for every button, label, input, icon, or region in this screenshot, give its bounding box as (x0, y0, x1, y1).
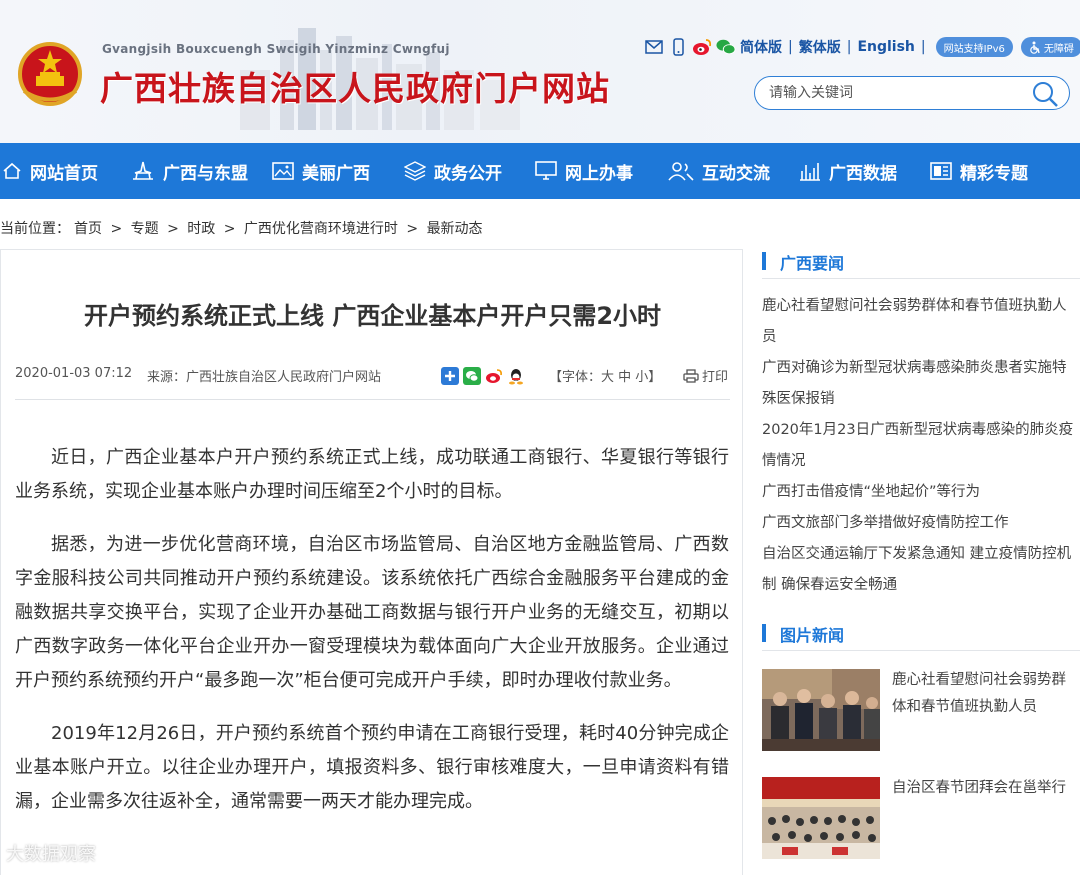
breadcrumb-separator: > (406, 221, 419, 237)
printer-icon (683, 368, 699, 383)
watermark-text: 大数据观察 (6, 840, 96, 866)
toolbar-separator: | (920, 39, 926, 55)
site-subtitle: Gvangjsih Bouxcuengh Swcigih Yinzminz Cw… (102, 42, 450, 56)
topic-icon (930, 162, 952, 180)
publish-date: 2020-01-03 07:12 (15, 366, 133, 381)
nav-label: 网站首页 (30, 163, 98, 184)
breadcrumb-link-home[interactable]: 首页 (74, 221, 102, 237)
monitor-icon (535, 161, 557, 180)
print-button[interactable]: 打印 (683, 366, 728, 385)
section-title[interactable]: 图片新闻 (780, 622, 844, 646)
section-marker (762, 252, 766, 270)
section-marker (762, 624, 766, 642)
article-panel: 开户预约系统正式上线 广西企业基本户开户只需2小时 2020-01-03 07:… (0, 249, 743, 875)
share-buttons (441, 367, 525, 385)
section-title[interactable]: 广西要闻 (780, 250, 844, 274)
news-item[interactable]: 2020年1月23日广西新型冠状病毒感染的肺炎疫情情况 (762, 415, 1074, 477)
meta-divider (15, 399, 730, 400)
nav-label: 政务公开 (434, 163, 502, 184)
photo-caption[interactable]: 自治区春节团拜会在邕举行 (892, 775, 1068, 802)
share-more-icon[interactable] (441, 367, 459, 385)
site-title[interactable]: 广西壮族自治区人民政府门户网站 (100, 62, 610, 110)
wechat-icon[interactable] (716, 37, 736, 57)
guangxi-news-header: 广西要闻 (762, 249, 1080, 279)
nav-label: 广西数据 (829, 163, 897, 184)
breadcrumb-separator: > (167, 221, 179, 237)
article-title: 开户预约系统正式上线 广西企业基本户开户只需2小时 (83, 302, 662, 330)
photo-thumbnail[interactable] (762, 777, 880, 859)
main-nav: 网站首页 广西与东盟 美丽广西 政务公开 网上办事 互动交流 广西数据 精彩专题 (0, 143, 1080, 199)
breadcrumb: 当前位置： 首页 > 专题 > 时政 > 广西优化营商环境进行时 > 最新动态 (0, 218, 487, 238)
nav-label: 广西与东盟 (163, 163, 248, 184)
search-input[interactable] (769, 85, 1019, 101)
bar-chart-icon (800, 163, 820, 181)
photo-caption[interactable]: 鹿心社看望慰问社会弱势群体和春节值班执勤人员 (892, 667, 1068, 721)
article-paragraph: 近日，广西企业基本户开户预约系统正式上线，成功联通工商银行、华夏银行等银行业务系… (15, 447, 729, 502)
top-toolbar: 简体版 | 繁体版 | English | 网站支持IPv6 无障碍 (644, 36, 1080, 58)
nav-label: 美丽广西 (302, 163, 370, 184)
search-icon[interactable] (1031, 80, 1059, 108)
home-icon (3, 162, 21, 179)
article-paragraph: 据悉，为进一步优化营商环境，自治区市场监管局、自治区地方金融监管局、广西数字金服… (15, 534, 729, 691)
print-label: 打印 (702, 370, 729, 385)
breadcrumb-link-politics[interactable]: 时政 (187, 221, 215, 237)
nav-item-special-topics[interactable]: 精彩专题 (930, 143, 1060, 199)
national-emblem-icon (18, 42, 82, 106)
news-item[interactable]: 广西打击借疫情“坐地起价”等行为 (762, 477, 1074, 508)
nav-label: 精彩专题 (960, 163, 1028, 184)
photo-news-item[interactable]: 鹿心社看望慰问社会弱势群体和春节值班执勤人员 (762, 669, 1080, 777)
news-item[interactable]: 鹿心社看望慰问社会弱势群体和春节值班执勤人员 (762, 291, 1074, 353)
ipv6-badge[interactable]: 网站支持IPv6 (935, 37, 1013, 57)
article-paragraph: 2019年12月26日，开户预约系统首个预约申请在工商银行受理，耗时40分钟完成… (15, 723, 729, 812)
simplified-chinese-link[interactable]: 简体版 (740, 37, 782, 57)
nav-item-government-affairs[interactable]: 政务公开 (404, 143, 535, 199)
photo-news-header: 图片新闻 (762, 621, 1080, 651)
breadcrumb-link-latest[interactable]: 最新动态 (427, 221, 483, 237)
nav-item-interaction[interactable]: 互动交流 (668, 143, 799, 199)
share-wechat-icon[interactable] (463, 367, 481, 385)
breadcrumb-link-business-env[interactable]: 广西优化营商环境进行时 (244, 221, 398, 237)
nav-label: 网上办事 (565, 163, 633, 184)
nav-item-guangxi-asean[interactable]: 广西与东盟 (131, 143, 272, 199)
accessibility-label: 无障碍 (1043, 43, 1074, 55)
news-item[interactable]: 自治区交通运输厅下发紧急通知 建立疫情防控机制 确保春运安全畅通 (762, 539, 1074, 601)
search-box (754, 76, 1070, 110)
ipv6-label: 网站支持IPv6 (943, 43, 1005, 55)
nav-item-online-services[interactable]: 网上办事 (535, 143, 668, 199)
nav-item-beautiful-guangxi[interactable]: 美丽广西 (272, 143, 404, 199)
toolbar-separator: | (846, 39, 852, 55)
nav-label: 互动交流 (702, 163, 770, 184)
photo-thumbnail[interactable] (762, 669, 880, 751)
breadcrumb-link-topics[interactable]: 专题 (131, 221, 159, 237)
breadcrumb-separator: > (110, 221, 123, 237)
share-qq-icon[interactable] (507, 367, 525, 385)
site-header: Gvangjsih Bouxcuengh Swcigih Yinzminz Cw… (0, 0, 1080, 143)
picture-icon (272, 162, 294, 180)
font-size-control[interactable]: 【字体：大 中 小】 (549, 366, 661, 385)
news-item[interactable]: 广西对确诊为新型冠状病毒感染肺炎患者实施特殊医保报销 (762, 353, 1074, 415)
news-item[interactable]: 广西文旅部门多举措做好疫情防控工作 (762, 508, 1074, 539)
nav-item-home[interactable]: 网站首页 (0, 143, 131, 199)
news-list: 鹿心社看望慰问社会弱势群体和春节值班执勤人员 广西对确诊为新型冠状病毒感染肺炎患… (762, 291, 1080, 601)
landmark-icon (133, 161, 153, 180)
weibo-icon[interactable] (692, 37, 712, 57)
nav-item-guangxi-data[interactable]: 广西数据 (799, 143, 930, 199)
accessibility-button[interactable]: 无障碍 (1020, 37, 1080, 57)
breadcrumb-separator: > (223, 221, 236, 237)
wheelchair-icon (1030, 41, 1040, 54)
mobile-icon[interactable] (668, 37, 688, 57)
mail-icon[interactable] (644, 37, 664, 57)
users-icon (668, 162, 694, 181)
traditional-chinese-link[interactable]: 繁体版 (799, 37, 841, 57)
share-weibo-icon[interactable] (485, 367, 503, 385)
sidebar: 广西要闻 鹿心社看望慰问社会弱势群体和春节值班执勤人员 广西对确诊为新型冠状病毒… (762, 249, 1080, 875)
layers-icon (404, 161, 426, 181)
toolbar-separator: | (788, 39, 793, 55)
photo-news-item[interactable]: 自治区春节团拜会在邕举行 (762, 777, 1080, 875)
watermark-label: 大数据观察 (6, 844, 96, 865)
breadcrumb-prefix: 当前位置： (0, 221, 70, 237)
article-source: 来源：广西壮族自治区人民政府门户网站 (147, 370, 382, 385)
english-link[interactable]: English (857, 39, 914, 55)
article-body: 近日，广西企业基本户开户预约系统正式上线，成功联通工商银行、华夏银行等银行业务系… (15, 441, 729, 838)
